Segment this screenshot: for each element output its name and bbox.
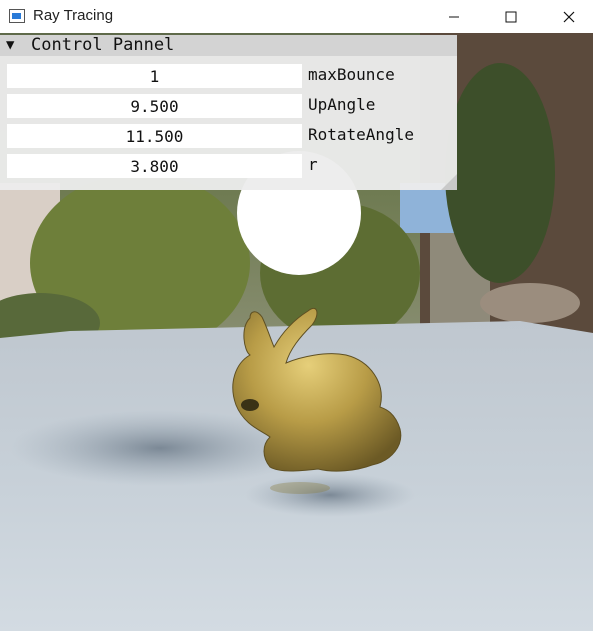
control-panel[interactable]: ▼ Control Pannel 1 maxBounce 9.500 UpAng… xyxy=(0,35,457,190)
title-bar[interactable]: Ray Tracing xyxy=(0,0,593,33)
panel-title: Control Pannel xyxy=(31,35,175,55)
r-input[interactable]: 3.800 xyxy=(7,154,302,178)
minimize-button[interactable] xyxy=(430,0,478,33)
upangle-input[interactable]: 9.500 xyxy=(7,94,302,118)
maximize-icon xyxy=(505,11,517,22)
r-label: r xyxy=(308,155,318,174)
row-upangle: 9.500 UpAngle xyxy=(0,93,457,119)
minimize-icon xyxy=(449,16,459,17)
rotateangle-input[interactable]: 11.500 xyxy=(7,124,302,148)
maximize-button[interactable] xyxy=(487,0,535,33)
row-maxbounce: 1 maxBounce xyxy=(0,63,457,89)
triangle-down-icon[interactable]: ▼ xyxy=(6,37,14,53)
maxbounce-input[interactable]: 1 xyxy=(7,64,302,88)
close-icon xyxy=(563,11,575,22)
rotateangle-label: RotateAngle xyxy=(308,125,414,144)
maxbounce-label: maxBounce xyxy=(308,65,395,84)
row-r: 3.800 r xyxy=(0,153,457,179)
resize-grip[interactable] xyxy=(441,174,457,190)
window-title: Ray Tracing xyxy=(33,7,114,24)
row-rotateangle: 11.500 RotateAngle xyxy=(0,123,457,149)
panel-header[interactable]: ▼ Control Pannel xyxy=(0,35,457,56)
close-button[interactable] xyxy=(545,0,593,33)
upangle-label: UpAngle xyxy=(308,95,376,114)
app-icon xyxy=(9,9,25,23)
